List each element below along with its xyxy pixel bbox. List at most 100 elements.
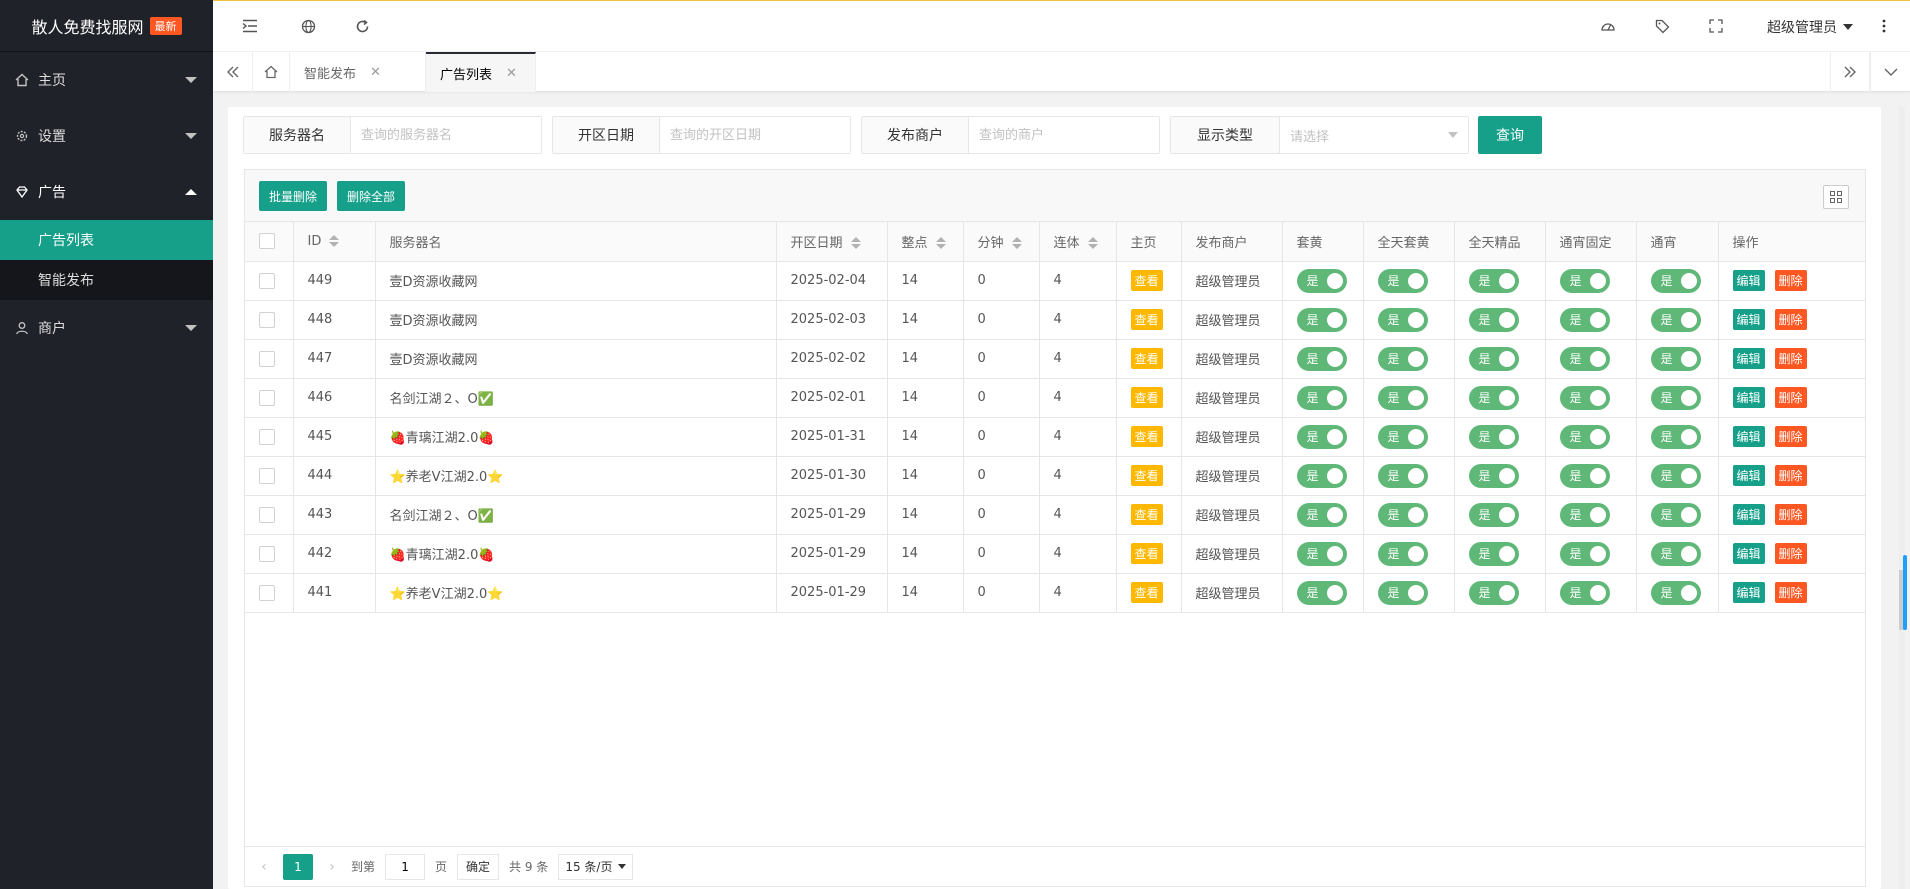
delete-button[interactable]: 删除: [1774, 582, 1807, 603]
tao-huang-toggle[interactable]: 是: [1296, 541, 1347, 566]
table-row[interactable]: 444 ⭐养老V江湖2.0⭐ 2025-01-30 14 0 4 查看 超级管理员 是 是 是 是 是 编…: [245, 456, 1865, 496]
goto-page-input[interactable]: [385, 853, 426, 880]
allday-premium-toggle[interactable]: 是: [1468, 385, 1519, 410]
display-type-select[interactable]: 请选择: [1280, 117, 1468, 153]
allday-tao-huang-toggle[interactable]: 是: [1377, 541, 1428, 566]
view-button[interactable]: 查看: [1130, 270, 1163, 291]
delete-button[interactable]: 删除: [1774, 270, 1807, 291]
view-button[interactable]: 查看: [1130, 348, 1163, 369]
next-page-icon[interactable]: ›: [323, 859, 341, 875]
delete-button[interactable]: 删除: [1774, 387, 1807, 408]
checkbox[interactable]: [259, 389, 275, 406]
sort-icon[interactable]: [850, 237, 861, 250]
tab-ad-list[interactable]: 广告列表 ✕: [426, 52, 536, 92]
table-row[interactable]: 447 壹D资源收藏网 2025-02-02 14 0 4 查看 超级管理员 是 是 是 是 是 编辑 删除: [245, 339, 1865, 379]
edit-button[interactable]: 编辑: [1732, 270, 1765, 291]
header-hour[interactable]: 整点: [887, 222, 964, 262]
goto-confirm-button[interactable]: 确定: [457, 853, 500, 880]
tao-huang-toggle[interactable]: 是: [1296, 424, 1347, 449]
overnight-fixed-toggle[interactable]: 是: [1559, 541, 1610, 566]
edit-button[interactable]: 编辑: [1732, 582, 1765, 603]
tabs-scroll-left-icon[interactable]: [213, 52, 253, 92]
server-name-input[interactable]: [351, 117, 541, 153]
globe-icon[interactable]: [297, 15, 319, 37]
current-page-button[interactable]: 1: [283, 853, 313, 880]
overnight-toggle[interactable]: 是: [1650, 463, 1701, 488]
theme-palette-icon[interactable]: [1597, 15, 1619, 37]
allday-tao-huang-toggle[interactable]: 是: [1377, 346, 1428, 371]
merchant-input[interactable]: [969, 117, 1159, 153]
tabs-menu-chevron-down-icon[interactable]: [1870, 52, 1910, 92]
view-button[interactable]: 查看: [1130, 543, 1163, 564]
overnight-fixed-toggle[interactable]: 是: [1559, 385, 1610, 410]
checkbox[interactable]: [259, 545, 275, 562]
overnight-toggle[interactable]: 是: [1650, 580, 1701, 605]
table-row[interactable]: 441 ⭐养老V江湖2.0⭐ 2025-01-29 14 0 4 查看 超级管理员 是 是 是 是 是 编…: [245, 573, 1865, 613]
tabs-scroll-right-icon[interactable]: [1830, 52, 1870, 92]
table-row[interactable]: 445 🍓青璃江湖2.0🍓 2025-01-31 14 0 4 查看 超级管理员 是 是 是 是 是 编辑…: [245, 417, 1865, 457]
allday-premium-toggle[interactable]: 是: [1468, 580, 1519, 605]
delete-button[interactable]: 删除: [1774, 309, 1807, 330]
edit-button[interactable]: 编辑: [1732, 543, 1765, 564]
tag-icon[interactable]: [1651, 15, 1673, 37]
query-button[interactable]: 查询: [1478, 116, 1542, 154]
checkbox[interactable]: [259, 428, 275, 445]
allday-premium-toggle[interactable]: 是: [1468, 346, 1519, 371]
checkbox[interactable]: [259, 467, 275, 484]
overnight-toggle[interactable]: 是: [1650, 385, 1701, 410]
delete-all-button[interactable]: 删除全部: [337, 181, 406, 211]
batch-delete-button[interactable]: 批量删除: [259, 181, 328, 211]
sidebar-item-ads[interactable]: 广告: [0, 164, 213, 220]
overnight-toggle[interactable]: 是: [1650, 502, 1701, 527]
checkbox[interactable]: [259, 233, 275, 250]
brand-logo[interactable]: 散人免费找服网 最新: [0, 0, 213, 52]
allday-tao-huang-toggle[interactable]: 是: [1377, 307, 1428, 332]
table-row[interactable]: 449 壹D资源收藏网 2025-02-04 14 0 4 查看 超级管理员 是 是 是 是 是 编辑 删除: [245, 261, 1865, 301]
view-button[interactable]: 查看: [1130, 426, 1163, 447]
overnight-fixed-toggle[interactable]: 是: [1559, 307, 1610, 332]
delete-button[interactable]: 删除: [1774, 504, 1807, 525]
overnight-fixed-toggle[interactable]: 是: [1559, 580, 1610, 605]
allday-tao-huang-toggle[interactable]: 是: [1377, 424, 1428, 449]
view-button[interactable]: 查看: [1130, 504, 1163, 525]
edit-button[interactable]: 编辑: [1732, 387, 1765, 408]
view-button[interactable]: 查看: [1130, 309, 1163, 330]
edit-button[interactable]: 编辑: [1732, 309, 1765, 330]
overnight-fixed-toggle[interactable]: 是: [1559, 463, 1610, 488]
edit-button[interactable]: 编辑: [1732, 504, 1765, 525]
allday-tao-huang-toggle[interactable]: 是: [1377, 268, 1428, 293]
prev-page-icon[interactable]: ‹: [255, 859, 273, 875]
overnight-fixed-toggle[interactable]: 是: [1559, 346, 1610, 371]
user-menu[interactable]: 超级管理员: [1767, 17, 1853, 37]
overnight-toggle[interactable]: 是: [1650, 307, 1701, 332]
overnight-toggle[interactable]: 是: [1650, 541, 1701, 566]
view-button[interactable]: 查看: [1130, 465, 1163, 486]
allday-tao-huang-toggle[interactable]: 是: [1377, 385, 1428, 410]
header-id[interactable]: ID: [293, 222, 376, 262]
checkbox[interactable]: [259, 350, 275, 367]
checkbox[interactable]: [259, 272, 275, 289]
tao-huang-toggle[interactable]: 是: [1296, 385, 1347, 410]
header-select-all[interactable]: [245, 222, 294, 262]
view-button[interactable]: 查看: [1130, 387, 1163, 408]
edit-button[interactable]: 编辑: [1732, 465, 1765, 486]
allday-tao-huang-toggle[interactable]: 是: [1377, 502, 1428, 527]
checkbox[interactable]: [259, 506, 275, 523]
edit-button[interactable]: 编辑: [1732, 348, 1765, 369]
overnight-fixed-toggle[interactable]: 是: [1559, 502, 1610, 527]
overnight-toggle[interactable]: 是: [1650, 424, 1701, 449]
close-icon[interactable]: ✕: [370, 65, 381, 80]
header-linked[interactable]: 连体: [1039, 222, 1117, 262]
sidebar-item-ad-list[interactable]: 广告列表: [0, 220, 213, 260]
allday-tao-huang-toggle[interactable]: 是: [1377, 580, 1428, 605]
sort-icon[interactable]: [1011, 237, 1022, 250]
allday-tao-huang-toggle[interactable]: 是: [1377, 463, 1428, 488]
sidebar-item-smart-publish[interactable]: 智能发布: [0, 260, 213, 300]
delete-button[interactable]: 删除: [1774, 543, 1807, 564]
tao-huang-toggle[interactable]: 是: [1296, 580, 1347, 605]
per-page-select[interactable]: 15 条/页: [558, 853, 634, 880]
overnight-fixed-toggle[interactable]: 是: [1559, 268, 1610, 293]
more-vertical-icon[interactable]: [1873, 15, 1895, 37]
tab-smart-publish[interactable]: 智能发布 ✕: [290, 52, 426, 92]
delete-button[interactable]: 删除: [1774, 465, 1807, 486]
